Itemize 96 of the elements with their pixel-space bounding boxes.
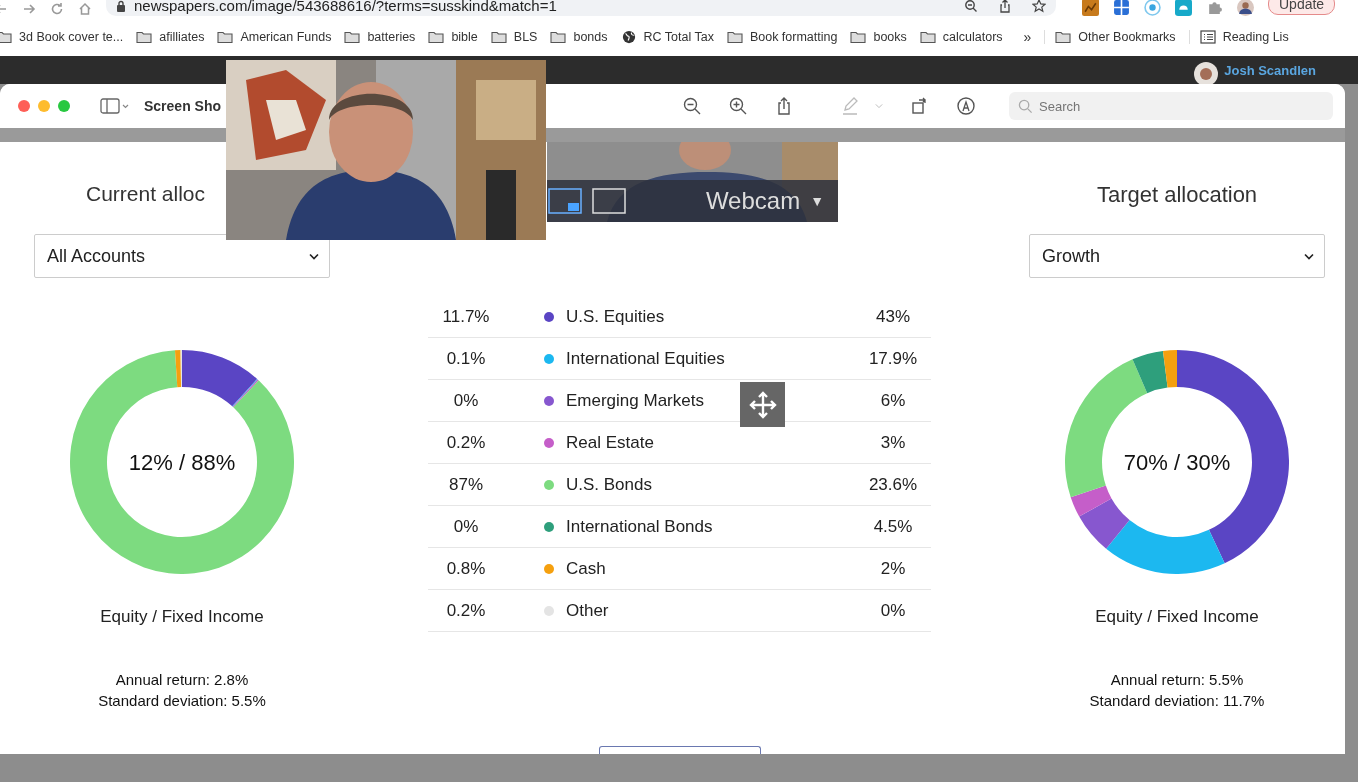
- annual-return: Annual return: 2.8%: [115, 671, 249, 688]
- standard-deviation: Standard deviation: 5.5%: [98, 692, 266, 709]
- bookmark[interactable]: RC Total Tax: [620, 30, 714, 44]
- bookmark[interactable]: Other Bookmarks: [1044, 30, 1176, 44]
- list-icon: [1199, 30, 1216, 44]
- chevron-icon: [309, 252, 319, 260]
- table-cell-text: 0.1%: [445, 348, 487, 369]
- table-cell-text: 23.6%: [867, 474, 919, 495]
- folder-icon: [919, 30, 936, 44]
- section-title: Current alloc: [86, 182, 206, 207]
- account-select[interactable]: Growth: [1029, 234, 1325, 278]
- rotate-icon[interactable]: [911, 97, 929, 115]
- bookmark[interactable]: BLS: [490, 30, 538, 44]
- donut-center-label: 70% / 30%: [1122, 450, 1232, 476]
- globe-icon: [620, 30, 637, 44]
- extension-icon[interactable]: [1144, 0, 1161, 16]
- more-bookmarks[interactable]: »: [1023, 29, 1032, 45]
- folder-icon: [344, 30, 361, 44]
- zoom-out-icon[interactable]: [683, 97, 701, 115]
- bookmark[interactable]: bonds: [550, 30, 608, 44]
- table-cell: Other: [566, 600, 609, 621]
- search-icon: [1018, 99, 1033, 114]
- folder-icon: [850, 30, 867, 44]
- table-cell-text: 43%: [875, 306, 911, 327]
- table-cell-text: 0.2%: [445, 432, 487, 453]
- extension-icon[interactable]: [1082, 0, 1099, 16]
- address-bar[interactable]: newspapers.com/image/543688616/?terms=susskind&match=1: [106, 0, 1056, 16]
- folder-icon: [0, 30, 12, 44]
- table-cell-text: 0.8%: [445, 558, 487, 579]
- markup-icon[interactable]: [957, 97, 975, 115]
- move-icon: [747, 389, 778, 420]
- folder-icon: [1055, 30, 1072, 44]
- search-field[interactable]: Search: [1009, 92, 1333, 120]
- folder-icon: [136, 30, 153, 44]
- chevron-icon: [1304, 252, 1314, 260]
- extension-icon[interactable]: [1175, 0, 1192, 16]
- bookmark[interactable]: afilliates: [136, 30, 205, 44]
- sidebar-icon[interactable]: [100, 98, 130, 114]
- table-cell-text: 0%: [879, 600, 907, 621]
- bookmark[interactable]: bible: [428, 30, 478, 44]
- table-cell-text: 11.7%: [441, 306, 491, 327]
- table-cell-text: 0%: [452, 516, 480, 537]
- zoom-in-icon[interactable]: [729, 97, 747, 115]
- avatar-icon[interactable]: [1194, 62, 1219, 86]
- bookmark[interactable]: books: [850, 30, 907, 44]
- zoom-out-icon[interactable]: [964, 0, 978, 13]
- table-cell-text: 0%: [452, 390, 480, 411]
- chart-caption: Equity / Fixed Income: [100, 607, 264, 627]
- table-cell: U.S. Equities: [566, 306, 665, 327]
- table-cell-text: 3%: [879, 432, 907, 453]
- avatar-icon[interactable]: [1237, 0, 1254, 16]
- lock-icon: [116, 0, 126, 12]
- user-menu[interactable]: Josh Scandlen: [1224, 63, 1316, 78]
- star-icon[interactable]: [1032, 0, 1046, 13]
- bookmark[interactable]: American Funds: [217, 30, 332, 44]
- close-icon[interactable]: [18, 100, 30, 112]
- bookmark[interactable]: batteries: [344, 30, 416, 44]
- caret-icon[interactable]: ▼: [810, 193, 824, 209]
- bookmark[interactable]: Book formatting: [726, 30, 838, 44]
- table-cell: Emerging Markets: [566, 390, 704, 411]
- section-title: Target allocation: [1096, 182, 1258, 208]
- table-cell-text: 17.9%: [867, 348, 919, 369]
- home-icon[interactable]: [78, 2, 92, 16]
- folder-icon: [428, 30, 445, 44]
- layout-icon[interactable]: [548, 188, 582, 214]
- table-cell: International Equities: [566, 348, 725, 369]
- table-cell-text: 87%: [448, 474, 484, 495]
- forward-icon[interactable]: [22, 2, 36, 16]
- folder-icon: [550, 30, 567, 44]
- table-cell-text: 0.2%: [445, 600, 487, 621]
- folder-icon: [490, 30, 507, 44]
- table-cell: Cash: [566, 558, 606, 579]
- maximize-icon[interactable]: [58, 100, 70, 112]
- table-cell: Real Estate: [566, 432, 654, 453]
- bookmark[interactable]: calculators: [919, 30, 1003, 44]
- folder-icon: [726, 30, 743, 44]
- url-text: newspapers.com/image/543688616/?terms=susskind&match=1: [134, 0, 557, 14]
- table-cell: International Bonds: [566, 516, 713, 537]
- standard-deviation: Standard deviation: 11.7%: [1089, 692, 1265, 709]
- share-icon[interactable]: [998, 0, 1012, 13]
- reload-icon[interactable]: [50, 2, 64, 16]
- puzzle-icon[interactable]: [1206, 0, 1223, 16]
- share-icon[interactable]: [775, 97, 793, 115]
- table-cell: U.S. Bonds: [566, 474, 652, 495]
- window-title: Screen Sho: [144, 98, 222, 114]
- table-cell-text: 2%: [879, 558, 907, 579]
- reading-list[interactable]: Reading Lis: [1188, 30, 1289, 44]
- folder-icon: [217, 30, 234, 44]
- table-cell-text: 6%: [879, 390, 907, 411]
- layout-icon[interactable]: [592, 188, 626, 214]
- annual-return: Annual return: 5.5%: [1110, 671, 1244, 688]
- donut-center-label: 12% / 88%: [127, 450, 237, 476]
- table-cell-text: 4.5%: [872, 516, 914, 537]
- chart-caption: Equity / Fixed Income: [1095, 607, 1259, 627]
- bookmark[interactable]: 3d Book cover te...: [0, 30, 124, 44]
- move-handle[interactable]: [740, 382, 785, 427]
